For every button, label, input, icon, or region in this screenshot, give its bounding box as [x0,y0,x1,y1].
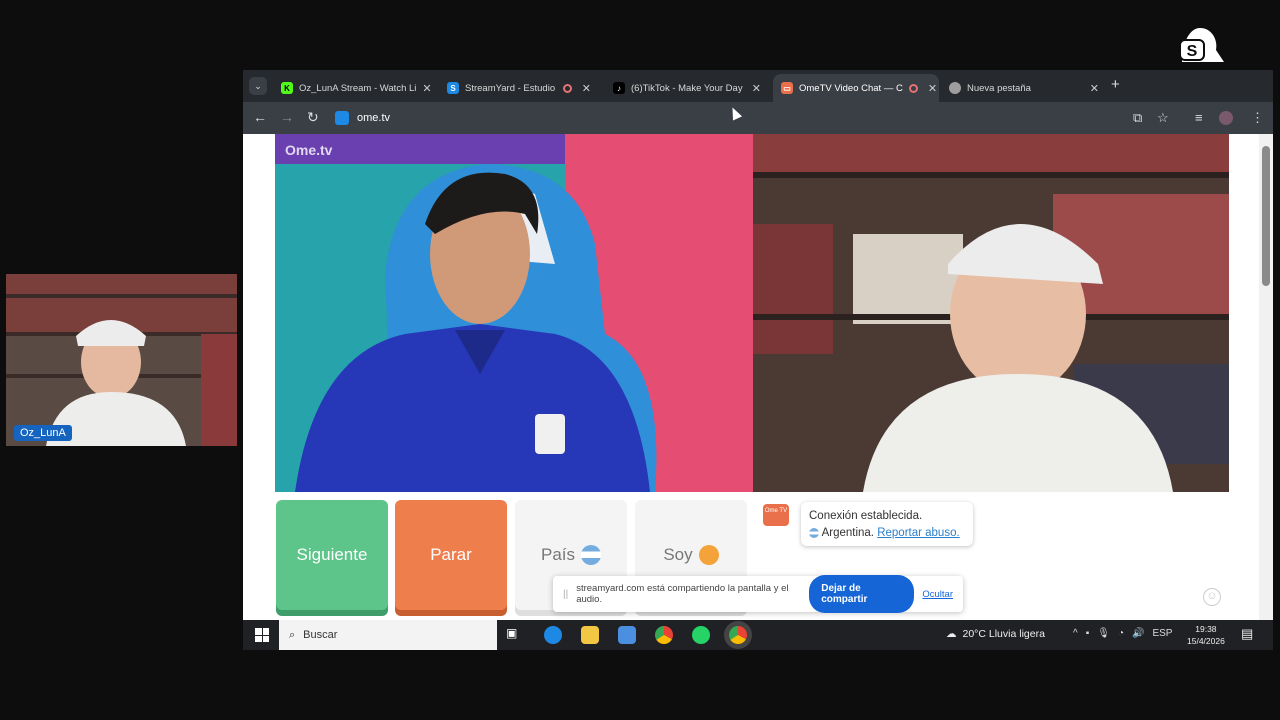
screen-share-bar: || streamyard.com está compartiendo la p… [553,575,963,613]
notification-icon[interactable]: ▤ [1241,626,1253,642]
tab-search-button[interactable]: ⌄ [249,77,267,95]
emoji-picker-icon[interactable]: ☺ [1203,588,1221,606]
rain-cloud-icon: ☁ [946,628,957,640]
next-label: Siguiente [296,545,368,564]
tab-strip: ⌄ K Oz_LunA Stream - Watch Li ✕ S Stream… [243,70,1273,102]
connection-status: Conexión establecida. [809,510,923,522]
address-bar[interactable]: ome.tv [335,107,390,129]
kick-icon: K [281,82,293,94]
webcam-name-tag: Oz_LunA [14,425,72,441]
tiktok-icon: ♪ [613,82,625,94]
tab-tiktok[interactable]: ♪ (6)TikTok - Make Your Day ✕ [605,74,769,102]
chrome-active-icon[interactable] [729,626,747,644]
camera-icon[interactable]: ▪ [1086,628,1090,639]
country-line: Argentina. Reportar abuso. [809,525,965,542]
stop-label: Parar [430,545,472,564]
microphone-icon[interactable]: 🎙 [1097,628,1110,639]
country-label: País [540,545,576,564]
person-emoji-icon [698,545,719,565]
search-label: Buscar [303,629,338,641]
store-icon[interactable] [618,626,636,644]
close-icon[interactable]: ✕ [422,82,431,95]
reload-icon[interactable]: ↻ [307,109,319,126]
windows-taskbar: ⌕ Buscar ▣ ☁ 20°C Lluvia ligera ^ ▪ 🎙 ◔ … [243,620,1273,650]
streamyard-mark-icon: S [1179,28,1224,62]
close-icon[interactable]: ✕ [582,82,591,95]
tab-label: Nueva pestaña [967,82,1031,94]
weather-text: 20°C Lluvia ligera [962,628,1045,640]
page-scrollbar[interactable] [1259,134,1273,620]
close-icon[interactable]: ✕ [1090,82,1099,95]
bookmark-star-icon[interactable]: ☆ [1157,110,1169,126]
webcam-preview: Oz_LunA [6,274,237,446]
language-indicator[interactable]: ESP [1152,628,1172,639]
site-icon [335,111,349,125]
streamyard-icon: S [447,82,459,94]
hide-button[interactable]: Ocultar [922,589,953,600]
tab-label: (6)TikTok - Make Your Day [631,82,743,94]
scrollbar-thumb[interactable] [1262,146,1270,286]
menu-kebab-icon[interactable]: ⋮ [1251,110,1264,126]
tab-label: Oz_LunA Stream - Watch Li [299,82,417,94]
url-text: ome.tv [357,112,391,124]
ometv-watermark: Ome.tv [285,142,333,158]
stranger-video-feed [753,134,1229,492]
argentina-flag-icon [809,527,819,538]
system-clock[interactable]: 19:38 15/4/2026 [1187,623,1225,647]
weather-widget[interactable]: ☁ 20°C Lluvia ligera [946,628,1045,640]
volume-icon[interactable]: 🔊 [1132,628,1144,639]
cast-icon[interactable]: ⧉ [1133,110,1142,126]
report-abuse-link[interactable]: Reportar abuso. [877,527,959,539]
chrome-icon[interactable] [655,626,673,644]
browser-window: ⌄ K Oz_LunA Stream - Watch Li ✕ S Stream… [243,70,1273,650]
search-icon: ⌕ [289,628,296,641]
media-control-icon[interactable]: ≡ [1195,110,1203,125]
close-icon[interactable]: ✕ [928,82,937,95]
iam-label: Soy [663,545,693,564]
close-icon[interactable]: ✕ [752,82,761,95]
taskbar-search[interactable]: ⌕ Buscar [279,620,497,650]
profile-avatar[interactable] [1219,111,1233,125]
edge-icon[interactable] [544,626,562,644]
tab-label: OmeTV Video Chat — C [799,82,903,94]
back-icon[interactable]: ← [253,109,267,125]
wifi-icon[interactable]: ◔ [1118,628,1124,639]
stop-sharing-button[interactable]: Dejar de compartir [809,575,915,613]
system-tray: ^ ▪ 🎙 ◔ 🔊 ESP [1073,628,1172,639]
chrome-icon [949,82,961,94]
stranger-country: Argentina. [821,527,874,539]
tab-label: StreamYard - Estudio [465,82,556,94]
local-video-feed [275,134,753,492]
drag-handle-icon[interactable]: || [563,589,568,600]
recording-icon [562,83,572,93]
system-message: Conexión establecida. Argentina. Reporta… [801,502,973,546]
task-view-icon[interactable]: ▣ [506,626,524,644]
chevron-up-icon[interactable]: ^ [1073,628,1078,639]
webcam-feed [6,274,237,446]
ometv-page: Ome.tv Siguiente Parar País Soy Ome TV C… [243,134,1273,620]
tab-new[interactable]: Nueva pestaña ✕ [941,74,1107,102]
recording-icon [908,83,918,93]
ometv-logo-icon: Ome TV [763,504,789,526]
clock-time: 19:38 [1195,624,1217,634]
new-tab-button[interactable]: + [1111,76,1120,93]
stop-button[interactable]: Parar [395,500,507,610]
svg-text:S: S [1187,43,1198,60]
file-explorer-icon[interactable] [581,626,599,644]
tab-ometv[interactable]: ▭ OmeTV Video Chat — C ✕ [773,74,939,102]
stranger-video [753,134,1229,492]
argentina-flag-icon [581,545,602,565]
clock-date: 15/4/2026 [1187,636,1225,646]
local-video: Ome.tv [275,134,753,492]
share-message: streamyard.com está compartiendo la pant… [576,583,789,605]
browser-toolbar: ← → ↻ ome.tv ⧉ ☆ ≡ ⋮ [243,102,1273,134]
whatsapp-icon[interactable] [692,626,710,644]
next-button[interactable]: Siguiente [276,500,388,610]
tab-kick[interactable]: K Oz_LunA Stream - Watch Li ✕ [273,74,433,102]
windows-start-icon[interactable] [255,628,269,642]
forward-icon[interactable]: → [280,109,294,125]
tab-streamyard[interactable]: S StreamYard - Estudio ✕ [439,74,599,102]
ometv-icon: ▭ [781,82,793,94]
